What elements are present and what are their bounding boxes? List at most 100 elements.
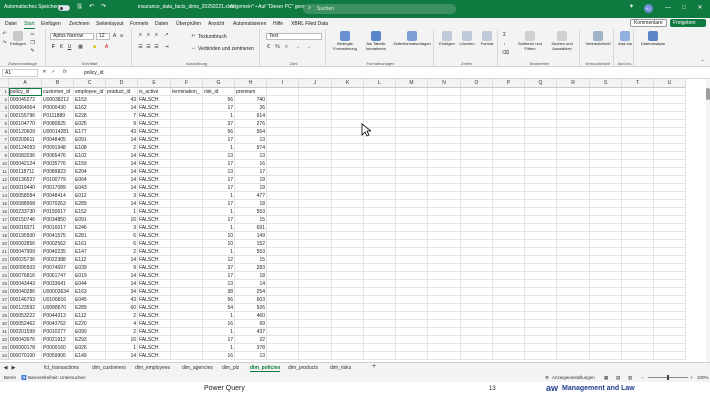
table-cell[interactable] xyxy=(654,256,686,264)
tab-automatisieren[interactable]: Automatisieren xyxy=(233,21,266,27)
table-cell[interactable] xyxy=(493,248,525,256)
normal-view-icon[interactable]: ▦ xyxy=(604,375,608,381)
header-cell[interactable] xyxy=(557,88,590,96)
table-cell[interactable] xyxy=(557,304,590,312)
indent-icon[interactable]: ⇥ xyxy=(164,45,169,50)
table-cell[interactable] xyxy=(654,120,686,128)
table-cell[interactable] xyxy=(461,176,493,184)
table-cell[interactable] xyxy=(654,288,686,296)
table-cell[interactable] xyxy=(299,152,332,160)
table-cell[interactable]: 000053222 xyxy=(9,312,42,320)
table-cell[interactable] xyxy=(364,256,396,264)
table-cell[interactable] xyxy=(171,152,203,160)
find-select-button[interactable]: Suchen und Auswählen xyxy=(546,31,578,51)
table-cell[interactable] xyxy=(590,96,622,104)
table-cell[interactable] xyxy=(364,272,396,280)
table-cell[interactable]: 16 xyxy=(106,216,138,224)
table-cell[interactable]: 1 xyxy=(203,312,235,320)
table-cell[interactable] xyxy=(332,216,364,224)
table-cell[interactable]: 000058584 xyxy=(9,192,42,200)
table-cell[interactable]: U00014281 xyxy=(42,128,74,136)
table-cell[interactable] xyxy=(299,144,332,152)
border-icon[interactable]: ▦ xyxy=(78,45,83,50)
zoom-level[interactable]: 100% xyxy=(697,375,709,380)
table-cell[interactable] xyxy=(622,152,654,160)
table-cell[interactable] xyxy=(267,296,299,304)
format-as-table-button[interactable]: Als Tabelle formatieren xyxy=(361,31,391,51)
row-header[interactable]: 33 xyxy=(0,344,9,352)
row-header[interactable]: 18 xyxy=(0,224,9,232)
table-cell[interactable] xyxy=(267,336,299,344)
table-cell[interactable] xyxy=(396,272,428,280)
table-cell[interactable] xyxy=(622,320,654,328)
table-cell[interactable] xyxy=(299,304,332,312)
italic-icon[interactable]: K xyxy=(59,45,64,50)
table-cell[interactable] xyxy=(590,200,622,208)
table-cell[interactable] xyxy=(557,128,590,136)
table-cell[interactable]: 37 xyxy=(203,120,235,128)
insert-cells-button[interactable]: Einfügen xyxy=(438,31,456,47)
table-cell[interactable]: 000136527 xyxy=(9,176,42,184)
table-cell[interactable] xyxy=(299,344,332,352)
table-cell[interactable]: 16 xyxy=(203,320,235,328)
table-cell[interactable] xyxy=(622,304,654,312)
header-cell[interactable]: premium xyxy=(235,88,267,96)
table-cell[interactable] xyxy=(461,152,493,160)
table-cell[interactable] xyxy=(364,192,396,200)
table-cell[interactable] xyxy=(171,336,203,344)
table-cell[interactable] xyxy=(171,232,203,240)
table-cell[interactable] xyxy=(428,336,461,344)
table-cell[interactable] xyxy=(461,224,493,232)
column-header[interactable]: U xyxy=(654,79,686,88)
table-cell[interactable] xyxy=(428,224,461,232)
table-cell[interactable] xyxy=(622,168,654,176)
table-cell[interactable]: P0065476 xyxy=(42,152,74,160)
table-cell[interactable]: 149 xyxy=(235,232,267,240)
table-cell[interactable]: E163 xyxy=(74,288,106,296)
header-cell[interactable]: product_id xyxy=(106,88,138,96)
table-cell[interactable]: 10 xyxy=(203,240,235,248)
table-cell[interactable] xyxy=(171,320,203,328)
tab-xbrl[interactable]: XBRL Filed Data xyxy=(291,21,328,27)
table-cell[interactable] xyxy=(299,272,332,280)
table-cell[interactable] xyxy=(332,168,364,176)
table-cell[interactable] xyxy=(299,288,332,296)
table-cell[interactable]: FALSCH xyxy=(138,104,171,112)
table-cell[interactable] xyxy=(654,344,686,352)
table-cell[interactable]: P0043762 xyxy=(42,320,74,328)
table-cell[interactable]: FALSCH xyxy=(138,208,171,216)
header-cell[interactable] xyxy=(654,88,686,96)
table-cell[interactable] xyxy=(299,240,332,248)
table-cell[interactable] xyxy=(590,240,622,248)
table-cell[interactable] xyxy=(396,256,428,264)
table-cell[interactable] xyxy=(493,96,525,104)
table-cell[interactable]: E039 xyxy=(74,264,106,272)
align-center-icon[interactable]: ☰ xyxy=(146,45,151,50)
table-cell[interactable] xyxy=(396,312,428,320)
table-cell[interactable] xyxy=(461,320,493,328)
comments-button[interactable]: Kommentare xyxy=(630,19,667,27)
column-header[interactable]: Q xyxy=(525,79,557,88)
maximize-icon[interactable]: □ xyxy=(678,3,690,13)
row-header[interactable]: 5 xyxy=(0,120,9,128)
table-cell[interactable]: P0048414 xyxy=(42,192,74,200)
table-cell[interactable] xyxy=(622,232,654,240)
table-cell[interactable]: 9 xyxy=(106,264,138,272)
table-cell[interactable]: 19 xyxy=(235,184,267,192)
table-cell[interactable] xyxy=(171,240,203,248)
table-cell[interactable] xyxy=(493,128,525,136)
table-cell[interactable]: 000118711 xyxy=(9,168,42,176)
table-cell[interactable]: E102 xyxy=(74,152,106,160)
table-cell[interactable]: P0089823 xyxy=(42,168,74,176)
row-header[interactable]: 13 xyxy=(0,184,9,192)
table-cell[interactable]: 000124093 xyxy=(9,144,42,152)
table-cell[interactable] xyxy=(493,104,525,112)
table-cell[interactable]: E228 xyxy=(74,112,106,120)
table-cell[interactable] xyxy=(654,280,686,288)
table-cell[interactable] xyxy=(299,208,332,216)
data-analysis-button[interactable]: Datenanalyse xyxy=(637,31,669,47)
table-cell[interactable]: 14 xyxy=(106,256,138,264)
table-cell[interactable] xyxy=(364,320,396,328)
table-cell[interactable]: E026 xyxy=(74,344,106,352)
column-header[interactable]: P xyxy=(493,79,525,88)
